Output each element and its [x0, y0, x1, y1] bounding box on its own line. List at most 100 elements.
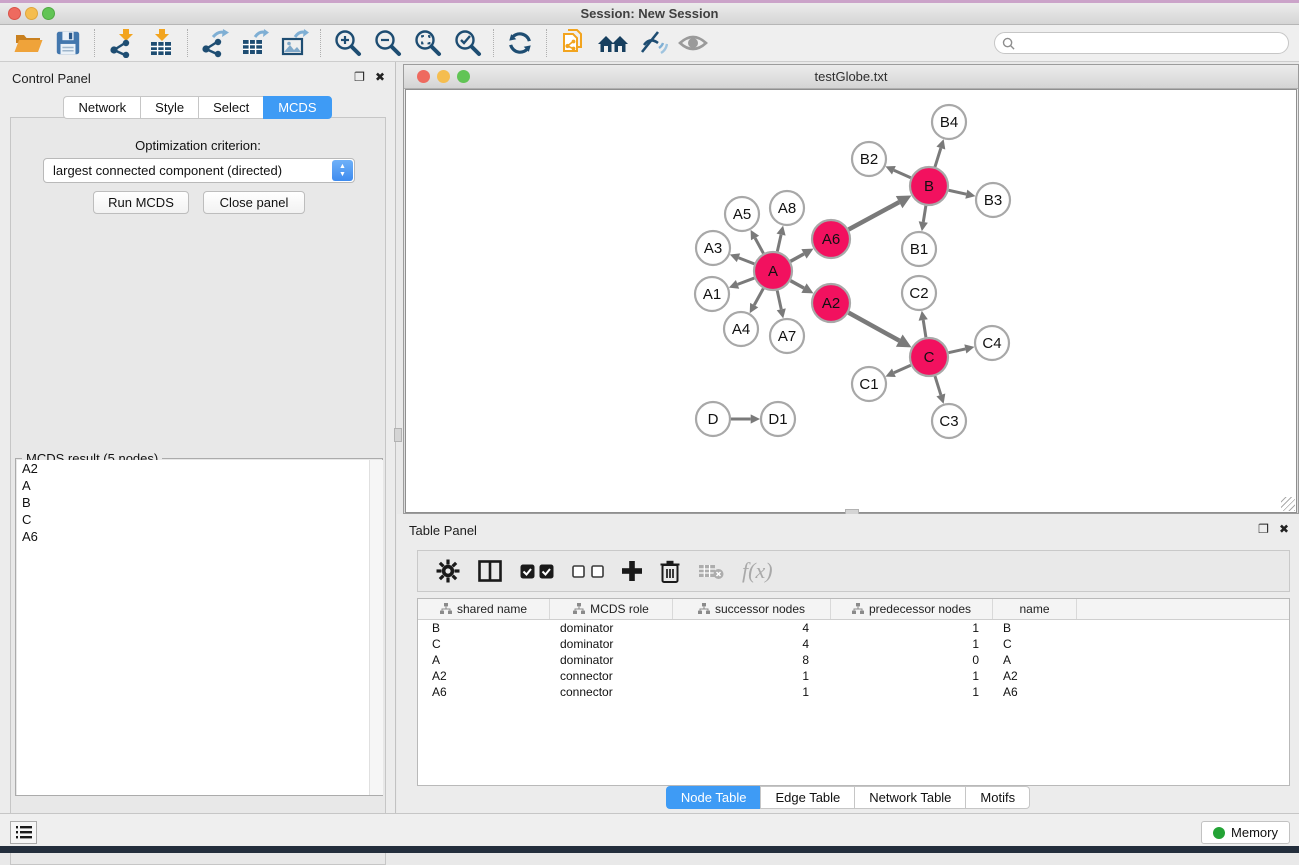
graph-edge-B-B4[interactable]: [935, 148, 941, 167]
graph-edge-C-C4[interactable]: [949, 349, 966, 353]
table-settings-button[interactable]: [436, 559, 460, 583]
network-window-titlebar[interactable]: testGlobe.txt: [404, 65, 1298, 89]
graph-edge-A-A2[interactable]: [791, 281, 804, 288]
graph-edge-A-A6[interactable]: [791, 254, 804, 261]
zoom-fit-button[interactable]: [407, 27, 447, 59]
table-row[interactable]: A6connector11A6: [418, 684, 1289, 700]
export-image-button[interactable]: [274, 27, 314, 59]
mcds-result-item[interactable]: A: [17, 477, 383, 494]
first-neighbors-button[interactable]: [593, 27, 633, 59]
table-row[interactable]: Adominator80A: [418, 652, 1289, 668]
table-cell[interactable]: 8: [673, 653, 831, 667]
column-header-predecessor-nodes[interactable]: predecessor nodes: [831, 599, 993, 619]
table-cell[interactable]: 1: [831, 637, 993, 651]
table-cell[interactable]: 1: [831, 621, 993, 635]
table-cell[interactable]: connector: [550, 685, 673, 699]
task-history-button[interactable]: [10, 821, 37, 844]
hide-selected-button[interactable]: [633, 27, 673, 59]
graph-edge-C-C2[interactable]: [923, 320, 926, 337]
table-cell[interactable]: 1: [831, 685, 993, 699]
zoom-window-button[interactable]: [42, 7, 55, 20]
zoom-selected-button[interactable]: [447, 27, 487, 59]
graph-edge-A-A7[interactable]: [777, 291, 781, 310]
select-all-button[interactable]: [520, 564, 554, 579]
deselect-all-button[interactable]: [572, 565, 604, 578]
delete-table-button-disabled[interactable]: [698, 562, 724, 580]
minimize-view-button[interactable]: [437, 70, 450, 83]
graph-edge-A6-B[interactable]: [849, 202, 900, 229]
mcds-result-item[interactable]: A2: [17, 460, 383, 477]
mcds-result-list[interactable]: A2ABCA6: [17, 460, 383, 795]
network-canvas[interactable]: B4B2BB3A5A8A6A3B1AA1A2C2A4A7C4CC1C3DD1: [405, 89, 1297, 513]
table-cell[interactable]: dominator: [550, 653, 673, 667]
tab-select[interactable]: Select: [198, 96, 263, 119]
table-cell[interactable]: dominator: [550, 637, 673, 651]
resize-grip[interactable]: [1281, 497, 1295, 511]
tab-mcds[interactable]: MCDS: [263, 96, 331, 119]
show-column-button[interactable]: [478, 560, 502, 582]
import-table-button[interactable]: [141, 27, 181, 59]
table-cell[interactable]: 1: [673, 669, 831, 683]
new-network-from-selection-button[interactable]: [553, 27, 593, 59]
save-session-button[interactable]: [48, 27, 88, 59]
mcds-result-item[interactable]: B: [17, 494, 383, 511]
close-view-button[interactable]: [417, 70, 430, 83]
table-cell[interactable]: 4: [673, 621, 831, 635]
tab-style[interactable]: Style: [140, 96, 198, 119]
import-network-button[interactable]: [101, 27, 141, 59]
graph-edge-C-C3[interactable]: [935, 376, 941, 395]
apply-layout-button[interactable]: [500, 27, 540, 59]
export-network-button[interactable]: [194, 27, 234, 59]
table-cell[interactable]: B: [418, 621, 550, 635]
table-cell[interactable]: A2: [418, 669, 550, 683]
tab-network-table[interactable]: Network Table: [854, 786, 965, 809]
tab-node-table[interactable]: Node Table: [666, 786, 761, 809]
graph-edge-A2-C[interactable]: [849, 313, 900, 341]
delete-column-button[interactable]: [660, 560, 680, 583]
table-cell[interactable]: 1: [673, 685, 831, 699]
create-column-button[interactable]: [622, 561, 642, 581]
graph-edge-B-B3[interactable]: [949, 190, 967, 194]
table-cell[interactable]: 4: [673, 637, 831, 651]
tab-motifs[interactable]: Motifs: [965, 786, 1030, 809]
list-scrollbar-track[interactable]: [369, 460, 383, 795]
graph-edge-B-B1[interactable]: [923, 206, 926, 222]
graph-edge-A-A8[interactable]: [777, 235, 781, 252]
column-header-shared-name[interactable]: shared name: [418, 599, 550, 619]
table-row[interactable]: A2connector11A2: [418, 668, 1289, 684]
split-divider-handle-left[interactable]: [394, 428, 402, 442]
float-panel-icon[interactable]: ❐: [354, 70, 365, 84]
float-panel-icon[interactable]: ❐: [1258, 522, 1269, 536]
mcds-result-item[interactable]: C: [17, 511, 383, 528]
close-panel-icon[interactable]: ✖: [375, 70, 385, 84]
tab-network[interactable]: Network: [63, 96, 140, 119]
table-cell[interactable]: 1: [831, 669, 993, 683]
table-cell[interactable]: dominator: [550, 621, 673, 635]
run-mcds-button[interactable]: Run MCDS: [93, 191, 189, 214]
table-row[interactable]: Bdominator41B: [418, 620, 1289, 636]
tab-edge-table[interactable]: Edge Table: [760, 786, 854, 809]
column-header-successor-nodes[interactable]: successor nodes: [673, 599, 831, 619]
graph-edge-C-C1[interactable]: [894, 365, 911, 373]
close-panel-icon[interactable]: ✖: [1279, 522, 1289, 536]
export-table-button[interactable]: [234, 27, 274, 59]
table-cell[interactable]: A: [418, 653, 550, 667]
open-file-button[interactable]: [8, 27, 48, 59]
table-row[interactable]: Cdominator41C: [418, 636, 1289, 652]
search-input[interactable]: [1019, 36, 1288, 50]
table-cell[interactable]: A2: [993, 669, 1077, 683]
table-cell[interactable]: C: [993, 637, 1077, 651]
graph-edge-A-A1[interactable]: [738, 278, 755, 284]
criterion-select[interactable]: largest connected component (directed) ▲…: [43, 158, 355, 183]
show-hidden-button[interactable]: [673, 27, 713, 59]
table-cell[interactable]: A6: [993, 685, 1077, 699]
table-cell[interactable]: B: [993, 621, 1077, 635]
table-cell[interactable]: 0: [831, 653, 993, 667]
table-cell[interactable]: A6: [418, 685, 550, 699]
table-cell[interactable]: A: [993, 653, 1077, 667]
graph-edge-B-B2[interactable]: [894, 170, 911, 178]
graph-edge-A-A4[interactable]: [754, 289, 763, 306]
close-panel-button[interactable]: Close panel: [203, 191, 305, 214]
table-cell[interactable]: connector: [550, 669, 673, 683]
node-table[interactable]: shared nameMCDS rolesuccessor nodesprede…: [417, 598, 1290, 786]
